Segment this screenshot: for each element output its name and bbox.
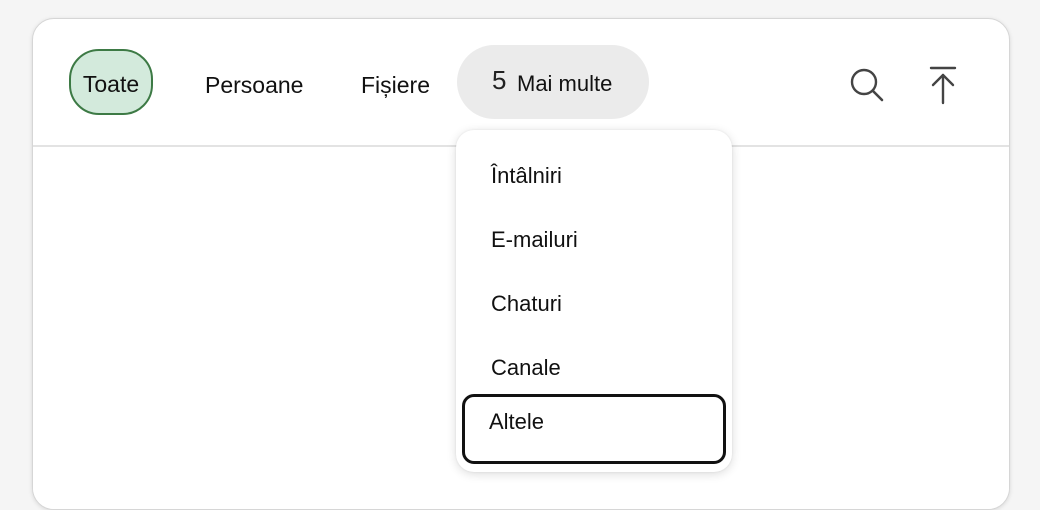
more-dropdown-menu: Întâlniri E-mailuri Chaturi Canale Altel… <box>456 130 732 472</box>
filter-toolbar: Toate Persoane Fișiere 5 Mai multe <box>33 19 1009 147</box>
tab-all[interactable]: Toate <box>69 49 153 115</box>
scroll-to-top-button[interactable] <box>921 63 965 107</box>
arrow-up-to-top-icon <box>929 66 957 105</box>
menu-item-meetings[interactable]: Întâlniri <box>464 148 724 204</box>
search-button[interactable] <box>845 63 889 107</box>
menu-item-chats[interactable]: Chaturi <box>464 276 724 332</box>
more-label: Mai multe <box>517 71 613 96</box>
more-count-badge: 5 <box>492 65 507 95</box>
tab-more[interactable]: 5 Mai multe <box>457 45 649 119</box>
menu-item-emails[interactable]: E-mailuri <box>464 212 724 268</box>
tab-files[interactable]: Fișiere <box>361 65 430 105</box>
tab-people[interactable]: Persoane <box>205 65 303 105</box>
menu-item-channels[interactable]: Canale <box>464 340 724 396</box>
menu-item-other[interactable]: Altele <box>462 394 726 464</box>
search-icon <box>850 68 884 102</box>
